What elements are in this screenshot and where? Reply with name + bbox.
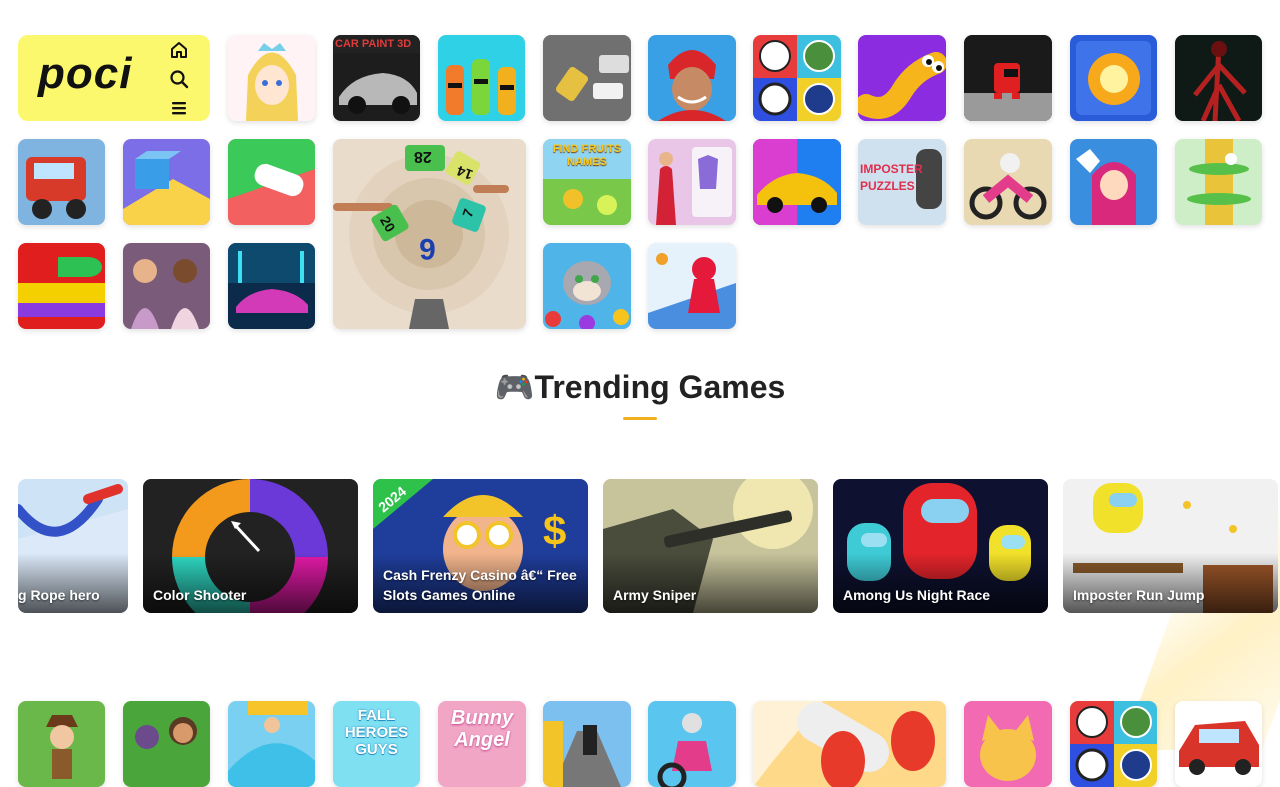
section-title: 🎮Trending Games [0,368,1280,406]
game-tile-princess-coloring[interactable] [228,35,315,121]
trending-card-color-shooter[interactable]: Color Shooter [143,479,358,613]
game-tile-moto-rider[interactable] [964,139,1052,225]
game-tile-neon-race-car[interactable] [228,243,315,329]
game-tile-bottle-faces[interactable] [438,35,525,121]
menu-icon[interactable] [168,97,190,119]
game-tile-white-car-jam[interactable] [228,139,315,225]
game-tile-moto-rider-2[interactable] [648,701,736,787]
search-icon[interactable] [168,68,190,90]
game-tile-imposter-puzzles[interactable]: IMPOSTER PUZZLES [858,139,946,225]
logo-card: poci [18,35,210,121]
trending-card-title: Imposter Run Jump [1073,587,1205,603]
trending-card-title: Among Us Night Race [843,587,991,603]
game-tile-color-roll[interactable] [18,243,105,329]
game-tile-helix-stack-tower[interactable]: 28 14 20 7 6 [333,139,526,329]
game-tile-tom-cat-bubbles[interactable] [543,243,631,329]
tile-title-text: IMPOSTER PUZZLES [860,162,923,193]
helix-number: 6 [419,232,436,265]
game-tile-bunny-angel[interactable]: Bunny Angel [438,701,526,787]
logo[interactable]: poci [38,49,132,99]
game-tile-red-suv[interactable] [1175,701,1262,787]
game-tile-stack-ball-tower[interactable] [1175,139,1262,225]
game-tile-football-player[interactable] [648,35,736,121]
game-tile-pixel-impostor[interactable] [964,35,1052,121]
game-tile-find-fruits-names[interactable]: FIND FRUITS NAMES [543,139,631,225]
game-tile-neon-sports-car[interactable] [753,139,841,225]
trending-card-title: g Rope hero [18,587,100,603]
trending-card-imposter-run-jump[interactable]: Imposter Run Jump [1063,479,1278,613]
game-tile-cartoon-truck[interactable] [18,139,105,225]
title-underline [623,417,657,420]
tile-title-text: CAR PAINT 3D [335,38,412,50]
gamepad-icon: 🎮 [494,369,535,405]
game-tile-fall-heroes-guys[interactable]: FALL HEROES GUYS [333,701,420,787]
game-tile-fire-puzzle[interactable] [1070,35,1157,121]
game-tile-orange-cat[interactable] [964,701,1052,787]
game-tile-fashion-dressup[interactable] [648,139,736,225]
game-tile-subway-runner[interactable] [543,701,631,787]
tile-title-text: FALL HEROES GUYS [344,707,409,758]
tile-title-text: Bunny Angel [450,707,514,751]
svg-text:$: $ [543,507,566,554]
trending-card-title: Army Sniper [613,587,697,603]
game-tile-run-race-3d[interactable] [648,243,736,329]
game-tile-car-logos-quiz-2[interactable] [1070,701,1157,787]
trending-card-cash-frenzy[interactable]: $ 2024 Cash Frenzy Casino â€“ Free Slots… [373,479,588,613]
game-tile-red-blob[interactable] [753,701,946,787]
game-tile-car-paint-3d[interactable]: CAR PAINT 3D [333,35,420,121]
home-icon[interactable] [168,39,190,61]
game-tile-dora-boots[interactable] [123,701,210,787]
trending-card-title: Cash Frenzy Casino â€“ Free Slots Games … [383,567,577,603]
game-tile-parking-cars[interactable] [543,35,631,121]
section-title-text: Trending Games [534,369,786,405]
trending-card-title: Color Shooter [153,587,247,603]
trending-card-swing-rope-hero[interactable]: g Rope hero [18,479,128,613]
game-tile-adventure-hat[interactable] [18,701,105,787]
game-tile-car-logos-quiz[interactable] [753,35,841,121]
game-tile-water-slide[interactable] [228,701,315,787]
game-tile-cube-slide[interactable] [123,139,210,225]
game-tile-fashion-girls[interactable] [123,243,210,329]
game-tile-masha-dentist[interactable] [1070,139,1157,225]
game-tile-siren-head[interactable] [1175,35,1262,121]
trending-card-among-us-night-race[interactable]: Among Us Night Race [833,479,1048,613]
trending-card-army-sniper[interactable]: Army Sniper [603,479,818,613]
tile-title-text: FIND FRUITS NAMES [552,143,622,168]
helix-number: 28 [414,148,432,165]
game-tile-worm-snake[interactable] [858,35,946,121]
